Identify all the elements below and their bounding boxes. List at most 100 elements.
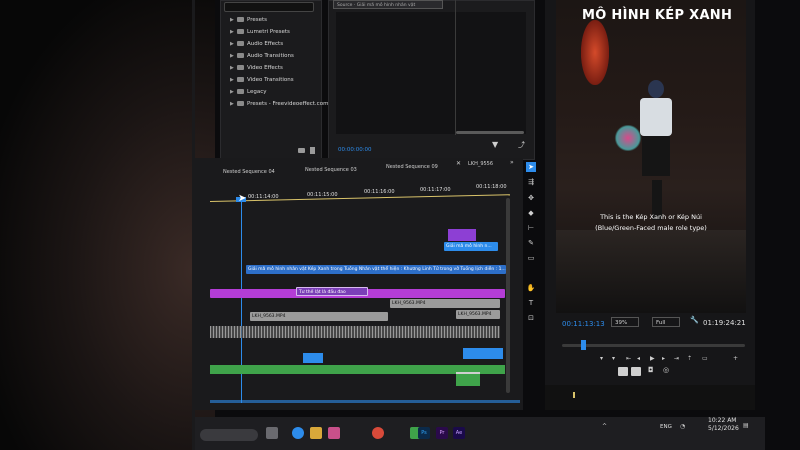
clip-video-a[interactable]: LKH_9563.MP4 <box>250 312 388 321</box>
compare-icon[interactable]: ▭ <box>702 355 708 362</box>
chevron-right-icon: ▶ <box>230 65 234 71</box>
tab-lkh-9556[interactable]: LKH_9556 <box>468 161 493 167</box>
effects-item-presets[interactable]: ▶ Presets <box>230 16 267 25</box>
razor-tool-icon[interactable]: ◆ <box>526 208 536 218</box>
ruler-label-4: 00:11:17:00 <box>420 187 451 193</box>
source-tab[interactable]: Source · Giải mã mô hình nhân vật <box>333 0 443 9</box>
effects-search-input[interactable] <box>224 2 314 12</box>
clock-date[interactable]: 5/12/2026 <box>708 425 739 432</box>
tray-chevron-icon[interactable]: ^ <box>602 423 607 430</box>
new-bin-icon[interactable] <box>298 148 305 153</box>
file-explorer-icon[interactable] <box>310 427 322 439</box>
rewind-icon[interactable]: ◂ <box>637 355 640 362</box>
mouse-cursor-icon: ➤ <box>238 193 247 204</box>
audio-clip-blue-small[interactable] <box>303 353 323 363</box>
step-forward-icon[interactable]: ⇥ <box>674 355 679 362</box>
program-duration: 01:19:24:21 <box>703 319 746 327</box>
after-effects-icon[interactable]: Ae <box>453 427 465 439</box>
zoom-select[interactable]: 39% <box>611 317 639 327</box>
search-box[interactable] <box>200 429 258 441</box>
clip-video-c[interactable]: LKH_9563.MP4 <box>456 310 500 319</box>
forward-icon[interactable]: ▸ <box>662 355 665 362</box>
mark-out-icon[interactable]: ▾ <box>612 355 615 362</box>
close-icon[interactable]: ✕ <box>456 160 461 167</box>
wifi-icon[interactable]: ◔ <box>680 423 685 430</box>
effects-item-lumetri[interactable]: ▶ Lumetri Presets <box>230 28 290 37</box>
type-tool-icon[interactable]: T <box>526 298 536 308</box>
timeline-scrollbar[interactable] <box>506 198 510 393</box>
track-select-icon[interactable]: ⇶ <box>526 177 536 187</box>
clip-title-v4[interactable]: Giải mã mô hình n... <box>444 242 498 251</box>
tab-nested-sequence-09[interactable]: Nested Sequence 09 <box>386 164 438 170</box>
step-back-icon[interactable]: ⇤ <box>626 355 631 362</box>
add-icon[interactable]: + <box>733 355 738 362</box>
folder-icon <box>237 89 244 94</box>
vr-icon[interactable]: ◎ <box>663 366 669 374</box>
source-divider <box>455 0 456 135</box>
program-playhead[interactable] <box>581 340 586 350</box>
export-frame-button[interactable] <box>618 367 628 376</box>
language-indicator[interactable]: ENG <box>660 424 672 430</box>
clip-purple-block[interactable] <box>448 229 476 241</box>
task-view-icon[interactable] <box>266 427 278 439</box>
effects-item-audio-transitions[interactable]: ▶ Audio Transitions <box>230 52 294 61</box>
program-subtitle-1: This is the Kép Xanh or Kép Núi <box>600 213 702 221</box>
chevron-right-icon: ▶ <box>230 41 234 47</box>
store-icon[interactable] <box>328 427 340 439</box>
effects-item-video-transitions[interactable]: ▶ Video Transitions <box>230 76 294 85</box>
trash-icon[interactable] <box>310 147 315 154</box>
effects-item-audio-effects[interactable]: ▶ Audio Effects <box>230 40 283 49</box>
effects-item-legacy[interactable]: ▶ Legacy <box>230 88 267 97</box>
timeline-h-scrollbar[interactable] <box>210 400 520 403</box>
captions-tool-icon[interactable]: ⊡ <box>526 313 536 323</box>
source-timecode: 00:00:00:00 <box>338 147 372 153</box>
pen-tool-icon[interactable]: ✎ <box>526 238 536 248</box>
panel-menu-icon[interactable]: » <box>510 159 514 166</box>
wrench-icon[interactable]: 🔧 <box>690 316 699 324</box>
program-video-frame <box>556 0 746 313</box>
chevron-right-icon: ▶ <box>230 89 234 95</box>
ruler-label-5: 00:11:18:00 <box>476 184 507 190</box>
performer-figure <box>614 80 678 220</box>
clip-title-main[interactable]: Giải mã mô hình nhân vật Kép Xanh trong … <box>246 265 506 274</box>
notification-icon[interactable]: ▤ <box>743 422 749 429</box>
clock-time[interactable]: 10:22 AM <box>708 417 736 424</box>
quality-select[interactable]: Full <box>652 317 680 327</box>
lift-icon[interactable]: ⇡ <box>687 355 692 362</box>
safe-margins-button[interactable] <box>631 367 641 376</box>
mark-in-icon[interactable]: ▾ <box>600 355 603 362</box>
export-icon[interactable]: ⤴ <box>518 140 525 150</box>
clip-video-b[interactable]: LKH_9563.MP4 <box>390 299 500 308</box>
effects-item-freevideoeffect[interactable]: ▶ Presets - Freevideoeffect.com <box>230 100 328 109</box>
program-timecode: 00:11:13:13 <box>562 320 605 328</box>
filter-icon[interactable]: ▼ <box>492 140 498 149</box>
folder-icon <box>237 53 244 58</box>
selection-tool-icon[interactable]: ➤ <box>526 162 536 172</box>
edge-icon[interactable] <box>292 427 304 439</box>
effects-item-video-effects[interactable]: ▶ Video Effects <box>230 64 283 73</box>
program-scrub-bar[interactable] <box>562 344 745 347</box>
slip-tool-icon[interactable]: ⊢ <box>526 223 536 233</box>
clip-sub-title[interactable]: Tư thế lật là đầu đao <box>296 287 368 296</box>
red-fan-prop <box>581 20 609 85</box>
audio-waveform-a1 <box>210 326 500 338</box>
camera-icon[interactable]: ◘ <box>648 366 654 374</box>
app-icon-chrome[interactable] <box>372 427 384 439</box>
tab-nested-sequence-04[interactable]: Nested Sequence 04 <box>223 169 275 175</box>
tab-nested-sequence-03[interactable]: Nested Sequence 03 <box>305 167 357 173</box>
audio-clip-green-small[interactable] <box>456 372 480 386</box>
rectangle-tool-icon[interactable]: ▭ <box>526 253 536 263</box>
play-icon[interactable]: ▶ <box>650 355 655 362</box>
chevron-right-icon: ▶ <box>230 77 234 83</box>
premiere-icon[interactable]: Pr <box>436 427 448 439</box>
folder-icon <box>237 29 244 34</box>
ruler-label-3: 00:11:16:00 <box>364 189 395 195</box>
photoshop-icon[interactable]: Ps <box>418 427 430 439</box>
audio-clip-blue-right[interactable] <box>463 348 503 359</box>
blurred-foreground <box>0 0 215 450</box>
program-overlay-title: MÔ HÌNH KÉP XANH <box>582 8 733 23</box>
audio-meter-area <box>545 385 755 410</box>
source-scrubber[interactable] <box>456 131 524 134</box>
ripple-edit-icon[interactable]: ✥ <box>526 193 536 203</box>
hand-tool-icon[interactable]: ✋ <box>526 283 536 293</box>
